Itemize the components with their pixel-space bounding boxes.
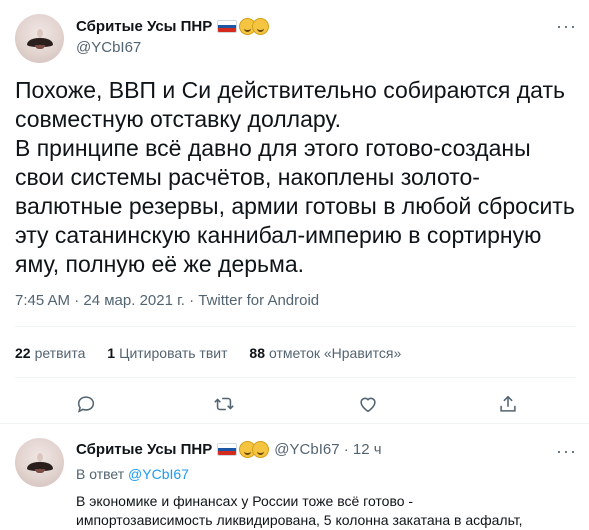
retweet-icon	[214, 397, 234, 411]
tweet-source[interactable]: Twitter for Android	[198, 292, 319, 309]
avatar-nose	[37, 29, 43, 38]
likes-label: отметок «Нравится»	[268, 345, 402, 361]
tweet-date[interactable]: 24 мар. 2021 г.	[83, 292, 185, 309]
share-icon	[500, 395, 516, 412]
divider	[15, 326, 575, 327]
russia-flag-icon	[217, 20, 238, 33]
tweet-body: Похоже, ВВП и Си действительно собираютс…	[15, 77, 575, 277]
retweets-count: 22	[15, 345, 31, 361]
avatar-mouth	[35, 469, 45, 473]
avatar[interactable]	[15, 14, 64, 63]
more-horizontal-icon[interactable]: ···	[556, 442, 577, 460]
quotes-label: Цитировать твит	[119, 345, 228, 361]
reply-author-display-name[interactable]: Сбритые Усы ПНР	[76, 441, 212, 458]
tweet-actions	[0, 390, 589, 420]
like-button[interactable]	[353, 390, 383, 418]
author-display-name[interactable]: Сбритые Усы ПНР	[76, 18, 212, 35]
quotes-count: 1	[107, 345, 116, 361]
reply-author-row[interactable]: Сбритые Усы ПНР @YCbI67 · 12 ч	[76, 441, 382, 458]
reply-author-handle[interactable]: @YCbI67	[274, 441, 339, 458]
likes-stat[interactable]: 88 отметок «Нравится»	[249, 345, 401, 361]
author-handle[interactable]: @YCbI67	[76, 39, 141, 56]
retweets-stat[interactable]: 22 ретвита	[15, 345, 85, 361]
avatar[interactable]	[15, 438, 64, 487]
reply-to-line: В ответ @YCbI67	[76, 466, 189, 482]
meta-separator: ·	[339, 441, 353, 458]
reply-to-handle-link[interactable]: @YCbI67	[128, 466, 189, 482]
reply-tweet[interactable]: Сбритые Усы ПНР @YCbI67 · 12 ч ··· В отв…	[0, 423, 589, 530]
author-name-row[interactable]: Сбритые Усы ПНР	[76, 18, 270, 35]
reply-body: В экономике и финансах у России тоже всё…	[76, 493, 523, 528]
retweets-label: ретвита	[34, 345, 86, 361]
like-icon	[360, 397, 376, 413]
tweet-meta: 7:45 AM · 24 мар. 2021 г. · Twitter for …	[15, 292, 319, 309]
emoji-face-icon	[252, 18, 270, 35]
russia-flag-icon	[217, 443, 238, 456]
meta-separator: ·	[74, 292, 84, 309]
reply-time-ago[interactable]: 12 ч	[353, 441, 382, 458]
retweet-button[interactable]	[209, 390, 239, 418]
more-horizontal-icon[interactable]: ···	[556, 17, 577, 35]
reply-button[interactable]	[71, 390, 101, 418]
meta-separator: ·	[189, 292, 199, 309]
avatar-mouth	[35, 45, 45, 49]
reply-icon	[77, 396, 95, 413]
avatar-nose	[37, 453, 43, 462]
reply-prefix: В ответ	[76, 466, 125, 482]
likes-count: 88	[249, 345, 265, 361]
tweet-stats: 22 ретвита 1 Цитировать твит 88 отметок «Нр…	[15, 345, 419, 361]
emoji-face-icon	[252, 441, 270, 458]
share-button[interactable]	[493, 390, 523, 418]
tweet-time[interactable]: 7:45 AM	[15, 292, 70, 309]
quotes-stat[interactable]: 1 Цитировать твит	[107, 345, 227, 361]
divider	[15, 377, 575, 378]
